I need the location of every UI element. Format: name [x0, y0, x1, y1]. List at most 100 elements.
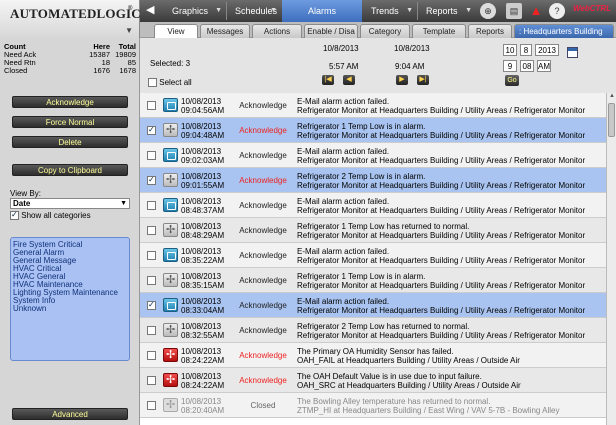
alarm-state[interactable]: Acknowledge: [237, 351, 289, 360]
alarm-row[interactable]: 10/08/201309:04:48AMAcknowledgeRefrigera…: [140, 118, 606, 143]
alarm-row[interactable]: 10/08/2013 09:02:03AM Acknowledge E-Mail al…: [140, 143, 606, 168]
delete-button[interactable]: Delete: [12, 136, 128, 148]
year-field[interactable]: 2013: [535, 44, 559, 56]
alarm-row[interactable]: 10/08/2013 08:35:22AM Acknowledge E-Mail al…: [140, 243, 606, 268]
alarm-state[interactable]: Acknowledge: [237, 376, 289, 385]
alarm-message-line2: OAH_SRC at Headquarters Building / Utili…: [297, 381, 521, 390]
help-icon[interactable]: ?: [549, 3, 565, 19]
force-normal-button[interactable]: Force Normal: [12, 116, 128, 128]
alarm-row[interactable]: 10/08/201308:20:40AMClosedThe Bowling Al…: [140, 393, 606, 418]
alarm-row[interactable]: 10/08/201309:01:55AMAcknowledgeRefrigera…: [140, 168, 606, 193]
go-button[interactable]: Go: [505, 75, 519, 86]
alarm-row[interactable]: 10/08/201308:48:29AMAcknowledgeRefrigera…: [140, 218, 606, 243]
menu-graphics[interactable]: Graphics ▼: [164, 0, 226, 22]
alarm-timestamp: 10/08/2013 09:02:03AM: [181, 147, 235, 165]
logo-text: AUTOMATEDLOGIC: [10, 6, 141, 21]
scrollbar-thumb[interactable]: [608, 103, 615, 137]
alarm-row-checkbox[interactable]: [147, 125, 156, 135]
menu-trends[interactable]: Trends ▼: [363, 0, 417, 22]
last-page-button[interactable]: ▶|: [417, 75, 429, 85]
alarm-list-scrollbar[interactable]: ▲: [606, 93, 616, 425]
alarm-state[interactable]: Acknowledge: [237, 226, 289, 235]
alarm-message-line1: E-Mail alarm action failed.: [297, 147, 390, 156]
calendar-icon[interactable]: [567, 47, 578, 58]
advanced-button[interactable]: Advanced: [12, 408, 128, 420]
alarm-row-checkbox[interactable]: [147, 326, 156, 335]
alarm-state[interactable]: Acknowledge: [237, 101, 289, 110]
alarm-row[interactable]: 10/08/201308:32:55AMAcknowledgeRefrigera…: [140, 318, 606, 343]
alarm-row-checkbox[interactable]: [147, 276, 156, 285]
alarm-state[interactable]: Acknowledge: [237, 251, 289, 260]
fan-alarm-icon: [163, 348, 178, 362]
fan-alarm-icon: [163, 398, 178, 412]
alarm-row-checkbox[interactable]: [147, 376, 156, 385]
alarm-row[interactable]: 10/08/2013 08:48:37AM Acknowledge E-Mail al…: [140, 193, 606, 218]
view-by-select[interactable]: Date ▼: [10, 198, 130, 209]
minute-field[interactable]: 08: [520, 60, 534, 72]
alarm-time: 08:35:15AM: [181, 281, 225, 290]
scroll-up-icon[interactable]: ▲: [607, 93, 616, 102]
alarm-state[interactable]: Closed: [237, 401, 289, 410]
show-all-categories-toggle[interactable]: Show all categories: [10, 210, 91, 221]
copy-to-clipboard-button[interactable]: Copy to Clipboard: [12, 164, 128, 176]
hour-field[interactable]: 9: [503, 60, 517, 72]
menu-reports[interactable]: Reports ▼: [418, 0, 476, 22]
next-page-button[interactable]: ▶: [396, 75, 408, 85]
alarm-state[interactable]: Acknowledge: [237, 276, 289, 285]
alarm-row-checkbox[interactable]: [147, 201, 156, 210]
alarm-message-line2: Refrigerator Monitor at Headquarters Bui…: [297, 306, 586, 315]
alarm-row[interactable]: 10/08/201308:35:15AMAcknowledgeRefrigera…: [140, 268, 606, 293]
alarm-row-checkbox[interactable]: [147, 251, 156, 260]
tab-category[interactable]: Category: [360, 24, 410, 38]
menu-schedules[interactable]: Schedules ▼: [227, 0, 281, 22]
alarm-message: Refrigerator 2 Temp Low is in alarm. Refr…: [297, 172, 585, 190]
location-path-tab[interactable]: : Headquarters Building: [514, 24, 614, 38]
alarm-warning-icon[interactable]: ▲: [528, 3, 544, 19]
chevron-down-icon[interactable]: ▼: [125, 26, 133, 35]
alarm-state[interactable]: Acknowledge: [237, 126, 289, 135]
menu-graphics-label: Graphics: [172, 6, 209, 16]
select-all-checkbox[interactable]: [148, 78, 157, 88]
menu-alarms[interactable]: Alarms: [282, 0, 362, 22]
back-arrow-icon[interactable]: ◀: [146, 3, 160, 19]
alarm-row-checkbox[interactable]: [147, 300, 156, 310]
previous-page-button[interactable]: ◀: [343, 75, 355, 85]
alarm-state[interactable]: Acknowledge: [237, 176, 289, 185]
alarm-row[interactable]: 10/08/201308:24:22AMAcknowledgeThe Prima…: [140, 343, 606, 368]
brand-logo: AUTOMATEDLOGIC ® ▼: [0, 0, 141, 38]
show-all-checkbox[interactable]: [10, 210, 19, 221]
alarm-state[interactable]: Acknowledge: [237, 301, 289, 310]
alarm-row[interactable]: 10/08/2013 09:04:56AM Acknowledge E-Mail al…: [140, 93, 606, 118]
navigation-icon[interactable]: ⊕: [480, 3, 496, 19]
alarm-date: 10/08/2013: [181, 97, 222, 106]
alarm-row-checkbox[interactable]: [147, 351, 156, 360]
alarm-state[interactable]: Acknowledge: [237, 326, 289, 335]
alarm-row-checkbox[interactable]: [147, 401, 156, 410]
tab-view[interactable]: View: [154, 24, 198, 38]
print-icon[interactable]: ▤: [506, 3, 522, 19]
ampm-field[interactable]: AM: [537, 60, 551, 72]
alarm-state[interactable]: Acknowledge: [237, 201, 289, 210]
tab-actions[interactable]: Actions: [252, 24, 302, 38]
tab-messages[interactable]: Messages: [200, 24, 250, 38]
first-page-button[interactable]: |◀: [322, 75, 334, 85]
alarm-row-checkbox[interactable]: [147, 226, 156, 235]
alarm-row[interactable]: 10/08/201308:33:04AMAcknowledgeE-Mail al…: [140, 293, 606, 318]
alarm-row-checkbox[interactable]: [147, 101, 156, 110]
category-item[interactable]: Unknown: [13, 305, 127, 313]
acknowledge-button[interactable]: Acknowledge: [12, 96, 128, 108]
alarm-message-line2: OAH_FAIL at Headquarters Building / Util…: [297, 356, 520, 365]
tab-enable-disable[interactable]: Enable / Disa: [304, 24, 358, 38]
category-list: Fire System Critical General Alarm Gener…: [10, 237, 130, 361]
alarm-row[interactable]: 10/08/201308:24:22AMAcknowledgeThe OAH D…: [140, 368, 606, 393]
alarm-state[interactable]: Acknowledge: [237, 151, 289, 160]
alarm-message-line1: The Primary OA Humidity Sensor has faile…: [297, 347, 454, 356]
alarm-time: 08:32:55AM: [181, 331, 225, 340]
select-all-toggle[interactable]: Select all: [148, 78, 192, 88]
month-field[interactable]: 10: [503, 44, 517, 56]
tab-template[interactable]: Template: [412, 24, 466, 38]
alarm-row-checkbox[interactable]: [147, 175, 156, 185]
day-field[interactable]: 8: [520, 44, 532, 56]
alarm-row-checkbox[interactable]: [147, 151, 156, 160]
tab-reports[interactable]: Reports: [468, 24, 512, 38]
